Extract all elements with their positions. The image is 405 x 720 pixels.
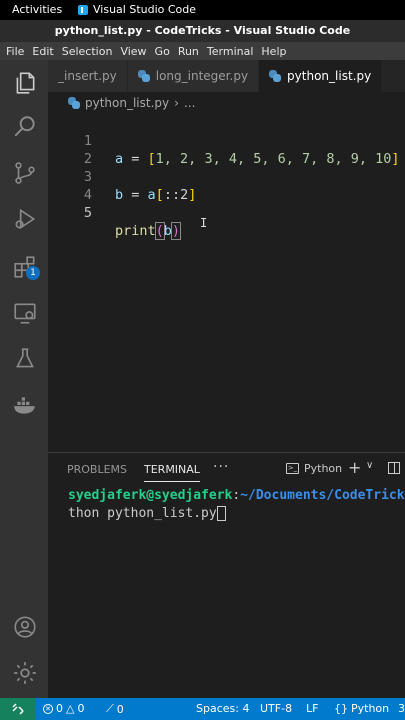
error-icon: ✕ [43,703,53,714]
breadcrumb-more[interactable]: ... [184,96,195,110]
language-label: Python [351,702,390,715]
new-terminal-icon[interactable]: + [348,458,361,477]
bottom-panel: PROBLEMS TERMINAL ··· >_ Python + ∨ syed… [48,452,405,698]
activity-bar: 1 [0,60,48,698]
window-title-bar: python_list.py - CodeTricks - Visual Stu… [0,20,405,42]
docker-icon[interactable] [12,392,38,418]
problems-indicator[interactable]: ✕ 0 △ 0 [43,702,84,715]
status-extra[interactable]: 3 [398,702,405,715]
split-terminal-icon[interactable] [388,462,400,474]
status-bar: ✕ 0 △ 0 ⟋ 0 Spaces: 4 UTF-8 LF {} Python… [0,698,405,720]
python-file-icon [269,70,282,82]
warning-count: 0 [77,702,85,715]
terminal-type: Python [304,462,343,475]
window-title: python_list.py - CodeTricks - Visual Stu… [54,24,351,37]
code-editor[interactable]: 1 a = [1, 2, 3, 4, 5, 6, 7, 8, 9, 10] 2 … [48,112,405,452]
token-function: print [115,223,156,239]
eol-indicator[interactable]: LF [306,702,318,715]
token-paren: ) [170,222,182,240]
menu-file[interactable]: File [0,45,28,58]
tab-long-integer[interactable]: long_integer.py [127,60,260,92]
terminal-user: syedjaferk@syedjaferk [68,488,233,503]
ports-indicator[interactable]: ⟋ 0 [106,702,124,716]
more-actions-icon[interactable]: ··· [213,459,229,475]
menu-view[interactable]: View [116,45,150,58]
token-paren: ( [154,222,165,240]
ports-count: 0 [116,702,124,716]
activities-button[interactable]: Activities [12,3,62,16]
menu-help[interactable]: Help [257,45,290,58]
encoding-indicator[interactable]: UTF-8 [260,702,292,715]
source-control-icon[interactable] [12,160,38,186]
breadcrumb: python_list.py › ... [68,95,195,111]
code-text: print(b) [115,222,182,240]
extensions-badge: 1 [26,266,40,280]
remote-explorer-icon[interactable] [12,300,38,326]
tab-terminal[interactable]: TERMINAL [144,463,200,482]
search-icon[interactable] [12,114,38,140]
gnome-top-bar: Activities Visual Studio Code [0,0,405,20]
settings-gear-icon[interactable] [12,660,38,686]
tab-label: python_list.py [287,69,372,83]
menu-terminal[interactable]: Terminal [203,45,258,58]
line-number: 5 [83,205,92,221]
code-line: 1 a = [1, 2, 3, 4, 5, 6, 7, 8, 9, 10] [48,114,405,167]
menu-selection[interactable]: Selection [58,45,117,58]
chevron-right-icon: › [174,96,179,110]
python-file-icon [137,70,150,82]
language-indicator[interactable]: {} Python [334,702,389,715]
terminal-selector[interactable]: >_ Python [286,462,342,475]
token-var: b [163,223,172,239]
ports-icon: ⟋ [106,702,114,715]
warning-icon: △ [66,702,75,715]
menu-run[interactable]: Run [174,45,203,58]
editor-tab-bar: _insert.py long_integer.py python_list.p… [48,60,405,92]
terminal-command-line[interactable]: thon python_list.py [68,506,226,521]
explorer-icon[interactable] [12,70,38,96]
text-cursor-icon: I [200,216,208,230]
panel-tabs: PROBLEMS TERMINAL ··· >_ Python + ∨ [48,453,405,487]
terminal-path: ~/Documents/CodeTricks [240,488,405,503]
run-debug-icon[interactable] [12,206,38,232]
vscode-icon [78,4,88,15]
braces-icon: {} [334,702,348,715]
tab-insert[interactable]: _insert.py [48,60,128,92]
code-line-current: 5 print(b) [48,186,405,240]
code-line: 2 [48,132,405,167]
menu-go[interactable]: Go [151,45,174,58]
remote-icon [12,703,24,715]
indentation-indicator[interactable]: Spaces: 4 [196,702,249,715]
tab-label: _insert.py [58,69,117,83]
terminal-prompt-line: syedjaferk@syedjaferk:~/Documents/CodeTr… [68,488,405,503]
testing-icon[interactable] [12,346,38,372]
chevron-down-icon[interactable]: ∨ [366,460,373,471]
menu-bar: File Edit Selection View Go Run Terminal… [0,42,405,60]
app-menu[interactable]: Visual Studio Code [78,3,196,16]
tab-label: long_integer.py [155,69,249,83]
terminal-command: thon python_list.py [68,506,217,521]
accounts-icon[interactable] [12,614,38,640]
tab-python-list[interactable]: python_list.py [259,60,383,92]
error-count: 0 [56,702,63,715]
python-file-icon [68,97,80,109]
menu-edit[interactable]: Edit [28,45,57,58]
code-line: 3 b = a[::2] [48,150,405,203]
remote-indicator[interactable] [0,698,36,720]
tab-problems[interactable]: PROBLEMS [67,463,127,476]
app-name: Visual Studio Code [93,3,197,16]
code-line: 4 [48,168,405,203]
terminal-icon: >_ [286,463,299,474]
breadcrumb-file[interactable]: python_list.py [85,96,169,110]
terminal-cursor [216,506,226,521]
